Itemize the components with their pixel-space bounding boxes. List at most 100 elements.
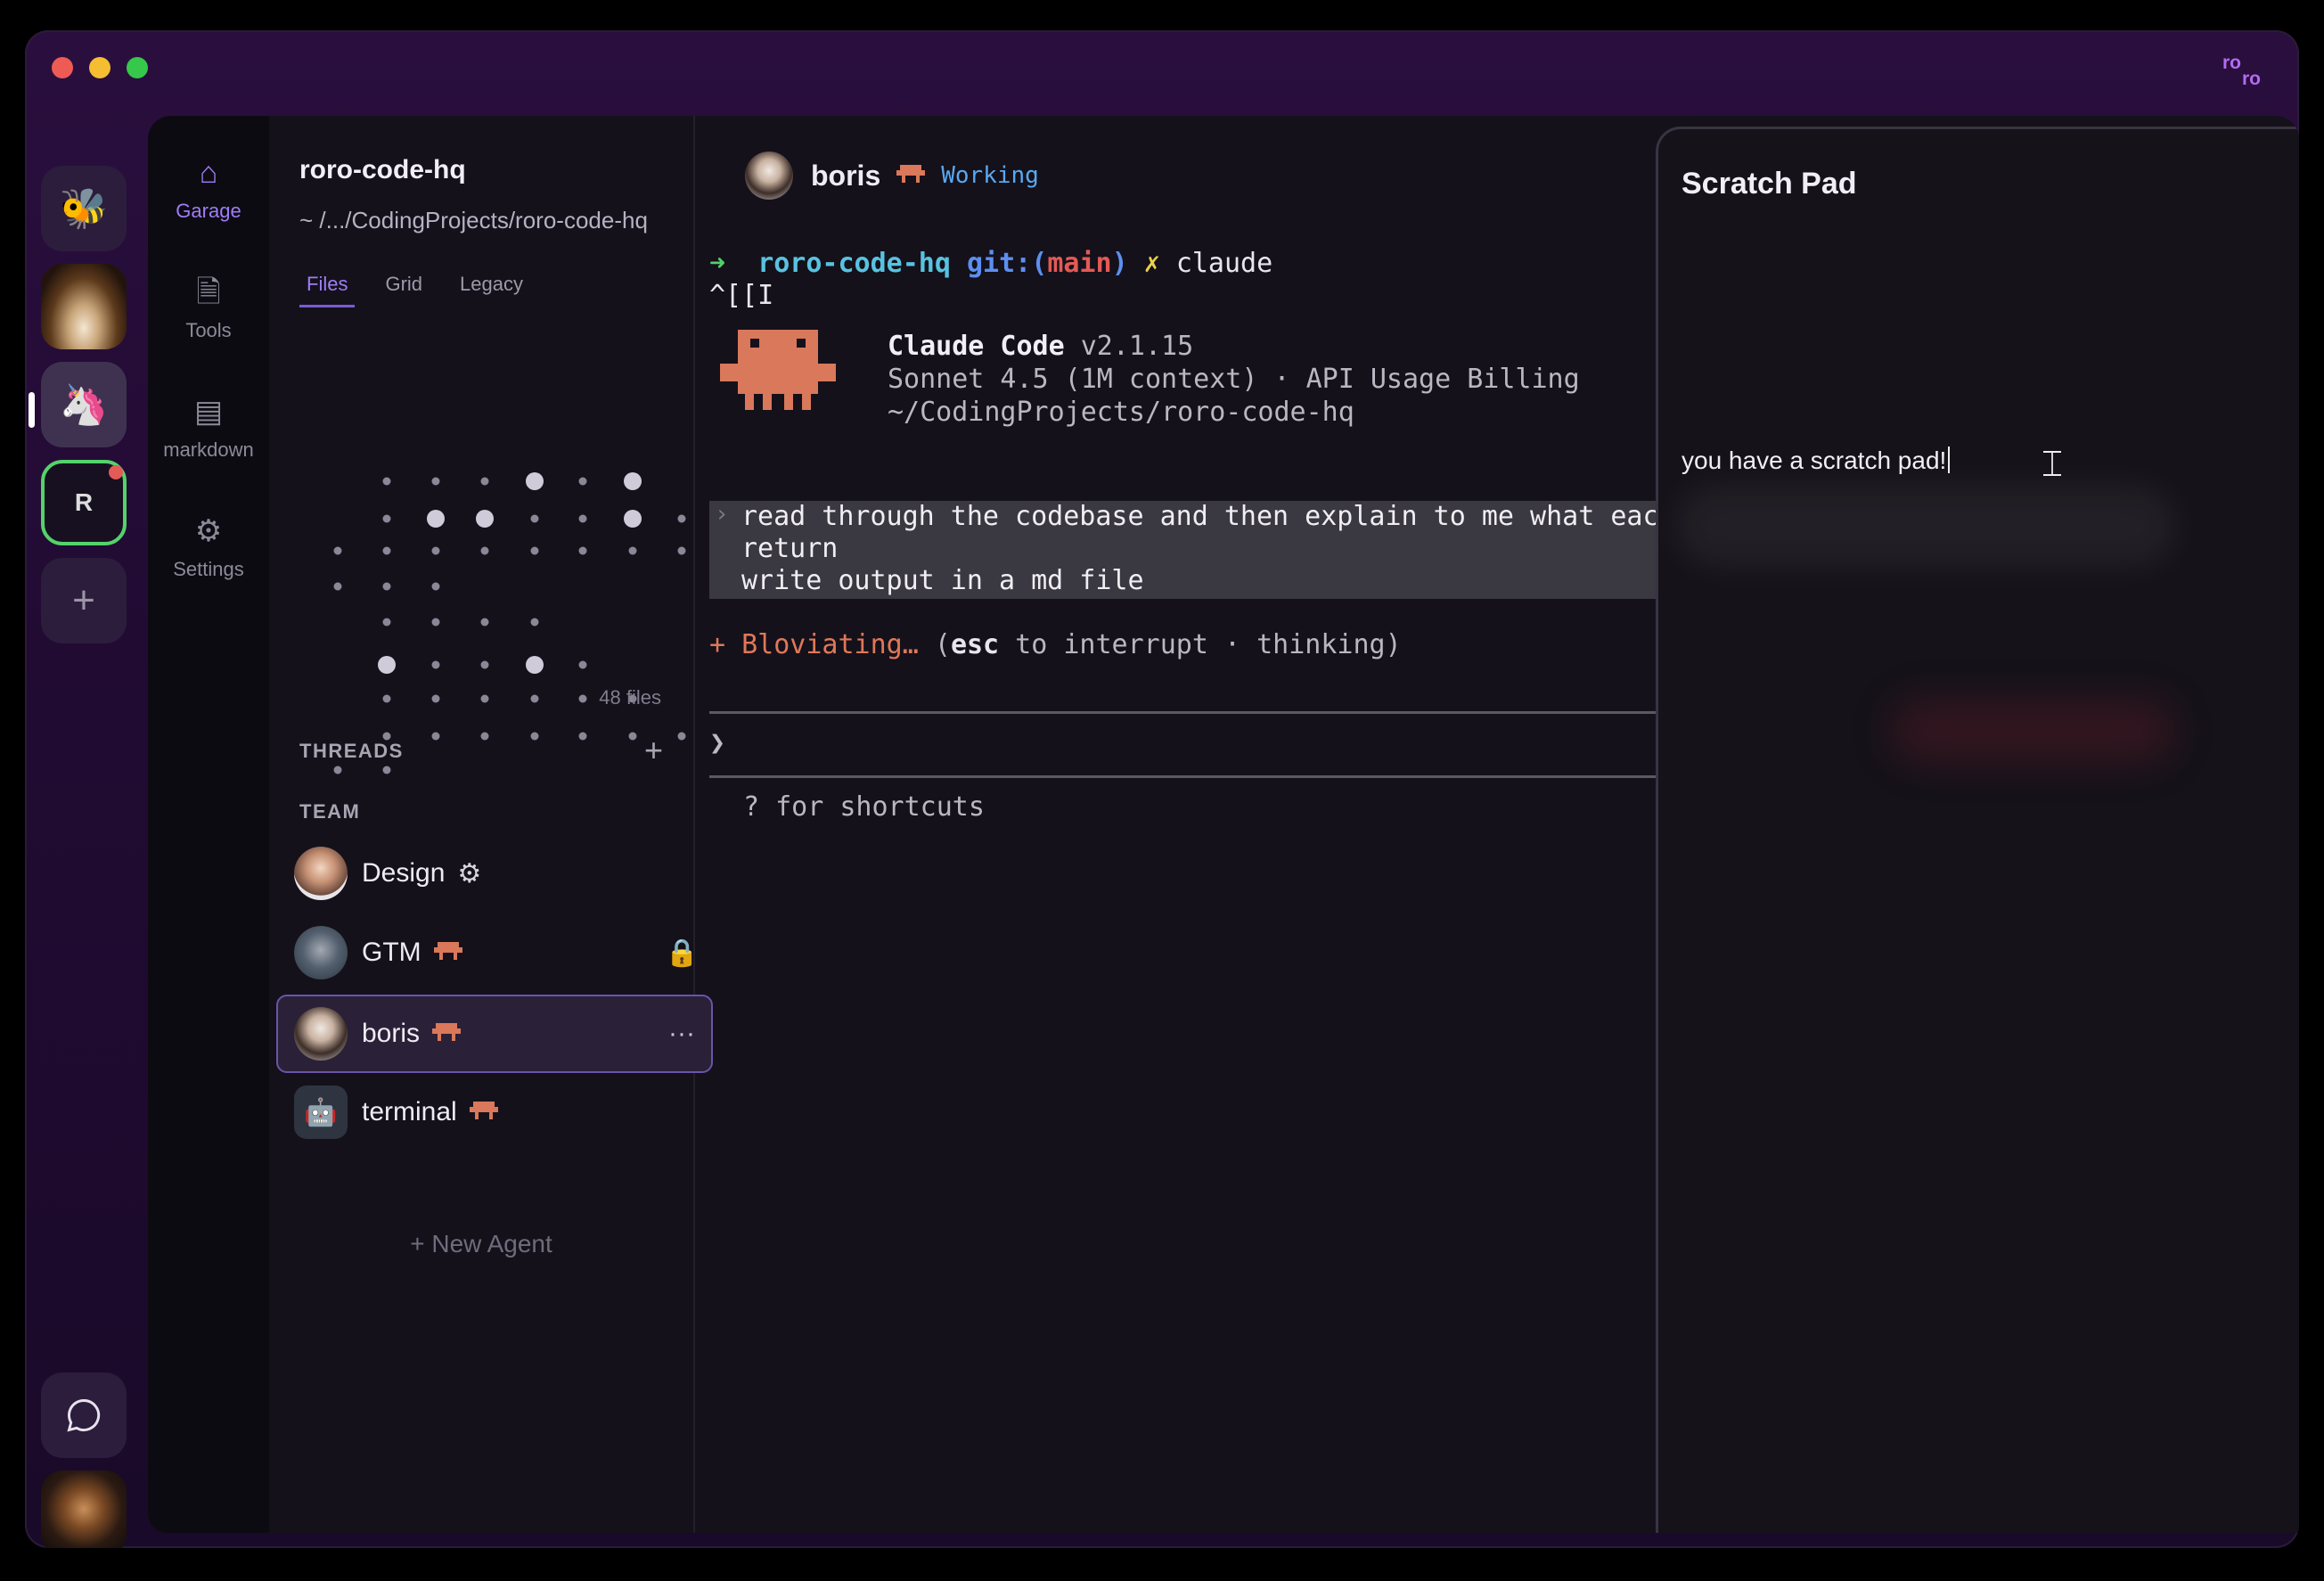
zoom-window-button[interactable] bbox=[127, 57, 148, 78]
bee-workspace-button[interactable]: 🐝 bbox=[41, 166, 127, 251]
close-window-button[interactable] bbox=[52, 57, 73, 78]
file-dot[interactable] bbox=[526, 472, 544, 490]
file-dot[interactable] bbox=[530, 618, 539, 627]
file-dot[interactable] bbox=[382, 477, 391, 486]
avatar bbox=[745, 152, 793, 200]
user-avatar[interactable] bbox=[41, 1470, 127, 1548]
file-dot[interactable] bbox=[677, 546, 686, 555]
agent-row-boris[interactable]: boris ··· bbox=[276, 995, 713, 1073]
file-dot[interactable] bbox=[382, 694, 391, 703]
add-thread-button[interactable]: + bbox=[644, 734, 663, 766]
input-prompt-caret[interactable]: ❯ bbox=[709, 727, 725, 758]
git-label: ) bbox=[1111, 248, 1128, 279]
file-dot[interactable] bbox=[382, 618, 391, 627]
file-dot[interactable] bbox=[431, 582, 440, 591]
file-dot[interactable] bbox=[677, 732, 686, 741]
input-bottom-divider bbox=[709, 775, 1663, 778]
file-dot[interactable] bbox=[431, 546, 440, 555]
file-dot[interactable] bbox=[476, 510, 494, 528]
bee-icon: 🐝 bbox=[59, 187, 109, 231]
openai-icon: ⚙ bbox=[457, 858, 482, 889]
file-dot[interactable] bbox=[382, 582, 391, 591]
team-heading: TEAM bbox=[299, 800, 361, 823]
file-dot[interactable] bbox=[530, 514, 539, 523]
file-dot[interactable] bbox=[480, 618, 489, 627]
git-label: git:( bbox=[967, 248, 1048, 279]
status-hint: to interrupt · thinking) bbox=[999, 629, 1402, 660]
agent-name: boris bbox=[811, 159, 881, 192]
file-dot[interactable] bbox=[624, 472, 642, 490]
file-dot[interactable] bbox=[431, 618, 440, 627]
add-workspace-button[interactable]: + bbox=[41, 558, 127, 643]
terminal-pane[interactable]: boris Working ➜ roro-code-hq git:(main) … bbox=[693, 116, 1675, 1533]
text-cursor-icon: ⌶ bbox=[2042, 445, 2063, 484]
nav-tools-label: Tools bbox=[185, 319, 232, 341]
file-dot[interactable] bbox=[530, 732, 539, 741]
cc-path: ~/CodingProjects/roro-code-hq bbox=[888, 397, 1354, 428]
robot-icon: 🤖 bbox=[294, 1085, 348, 1139]
file-dot[interactable] bbox=[578, 514, 587, 523]
nav-markdown[interactable]: ▤ markdown bbox=[148, 394, 269, 462]
file-dot[interactable] bbox=[431, 477, 440, 486]
file-dot[interactable] bbox=[677, 514, 686, 523]
file-dot[interactable] bbox=[624, 510, 642, 528]
file-dot[interactable] bbox=[480, 546, 489, 555]
file-dot[interactable] bbox=[578, 660, 587, 669]
file-dot[interactable] bbox=[382, 514, 391, 523]
avatar bbox=[294, 926, 348, 979]
file-dot[interactable] bbox=[333, 546, 342, 555]
nav-tools[interactable]: 🗎 Tools bbox=[148, 274, 269, 342]
more-options-button[interactable]: ··· bbox=[668, 1019, 695, 1049]
file-dot[interactable] bbox=[526, 656, 544, 674]
claude-crab-icon bbox=[469, 1102, 498, 1123]
file-dot[interactable] bbox=[530, 546, 539, 555]
file-dot[interactable] bbox=[530, 694, 539, 703]
file-dot[interactable] bbox=[578, 546, 587, 555]
agent-row-gtm[interactable]: GTM 🔒 bbox=[278, 915, 715, 990]
file-dot[interactable] bbox=[480, 660, 489, 669]
chat-bubble-icon bbox=[67, 1399, 101, 1432]
file-dot[interactable] bbox=[431, 694, 440, 703]
scratch-pad-title: Scratch Pad bbox=[1682, 167, 1857, 201]
file-dot[interactable] bbox=[431, 732, 440, 741]
file-dot[interactable] bbox=[382, 546, 391, 555]
claude-crab-icon bbox=[896, 165, 926, 186]
file-dot[interactable] bbox=[628, 732, 637, 741]
scratch-pad-panel[interactable]: Scratch Pad you have a scratch pad! ⌶ bbox=[1656, 127, 2299, 1533]
nav-settings[interactable]: ⚙ Settings bbox=[148, 513, 269, 581]
git-branch: main bbox=[1047, 248, 1112, 279]
agent-row-design[interactable]: Design ⚙ bbox=[278, 836, 715, 911]
app-window: ro ro 🐝 🦄 R + ⌂ Garage 🗎 Tools ▤ markdow… bbox=[25, 30, 2299, 1548]
chat-button[interactable] bbox=[41, 1372, 127, 1458]
prompt-marker: › bbox=[715, 501, 729, 528]
unicorn-workspace-button[interactable]: 🦄 bbox=[41, 362, 127, 447]
dirty-mark: ✗ bbox=[1143, 248, 1160, 279]
claude-crab-icon bbox=[433, 942, 462, 963]
nav-garage[interactable]: ⌂ Garage bbox=[148, 155, 269, 223]
brand-logo-line: ro bbox=[2242, 69, 2261, 89]
file-dot[interactable] bbox=[480, 694, 489, 703]
file-dot[interactable] bbox=[578, 732, 587, 741]
user-prompt-block: › read through the codebase and then exp… bbox=[709, 501, 1675, 599]
file-dot[interactable] bbox=[628, 546, 637, 555]
scratch-pad-text[interactable]: you have a scratch pad! bbox=[1682, 446, 1950, 475]
cc-title: Claude Code bbox=[888, 331, 1065, 362]
prompt-dir: roro-code-hq bbox=[757, 248, 951, 279]
file-dot[interactable] bbox=[382, 766, 391, 774]
file-dot[interactable] bbox=[578, 694, 587, 703]
file-dot[interactable] bbox=[378, 656, 396, 674]
file-dot[interactable] bbox=[480, 477, 489, 486]
cc-version: v2.1.15 bbox=[1080, 331, 1194, 362]
new-agent-button[interactable]: + New Agent bbox=[269, 1230, 693, 1258]
minimize-window-button[interactable] bbox=[89, 57, 110, 78]
file-dot[interactable] bbox=[431, 660, 440, 669]
status-word: Bloviating… bbox=[741, 629, 919, 660]
file-dot[interactable] bbox=[333, 582, 342, 591]
file-dot[interactable] bbox=[480, 732, 489, 741]
agent-row-terminal[interactable]: 🤖 terminal bbox=[278, 1075, 715, 1150]
forest-workspace-button[interactable] bbox=[41, 264, 127, 349]
file-dot[interactable] bbox=[427, 510, 445, 528]
layout-icon: ▤ bbox=[193, 395, 224, 429]
file-dot[interactable] bbox=[578, 477, 587, 486]
file-dot[interactable] bbox=[333, 766, 342, 774]
